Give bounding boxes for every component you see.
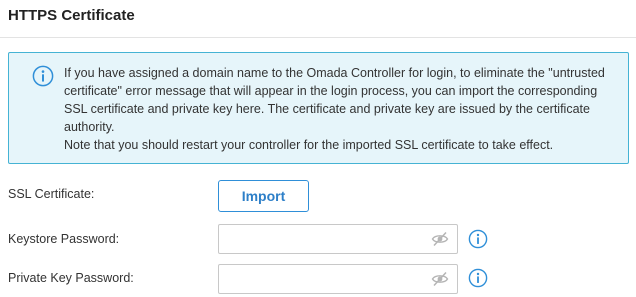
notice-text-block: If you have assigned a domain name to th… — [64, 64, 620, 154]
keystore-password-label: Keystore Password: — [8, 232, 120, 246]
ssl-certificate-label: SSL Certificate: — [8, 187, 95, 201]
notice-note: Note that you should restart your contro… — [64, 138, 554, 152]
divider — [0, 37, 636, 38]
info-icon — [32, 65, 54, 87]
info-notice: If you have assigned a domain name to th… — [8, 52, 629, 164]
private-key-info-icon[interactable] — [468, 268, 488, 288]
keystore-info-icon[interactable] — [468, 229, 488, 249]
import-button[interactable]: Import — [218, 180, 309, 212]
section-title: HTTPS Certificate — [8, 7, 135, 24]
keystore-password-input[interactable] — [219, 225, 424, 253]
notice-message: If you have assigned a domain name to th… — [64, 66, 605, 134]
private-key-password-label: Private Key Password: — [8, 271, 134, 285]
keystore-password-field — [218, 224, 458, 254]
eye-slash-icon[interactable] — [431, 271, 449, 287]
private-key-password-field — [218, 264, 458, 294]
private-key-password-input[interactable] — [219, 265, 424, 293]
eye-slash-icon[interactable] — [431, 231, 449, 247]
